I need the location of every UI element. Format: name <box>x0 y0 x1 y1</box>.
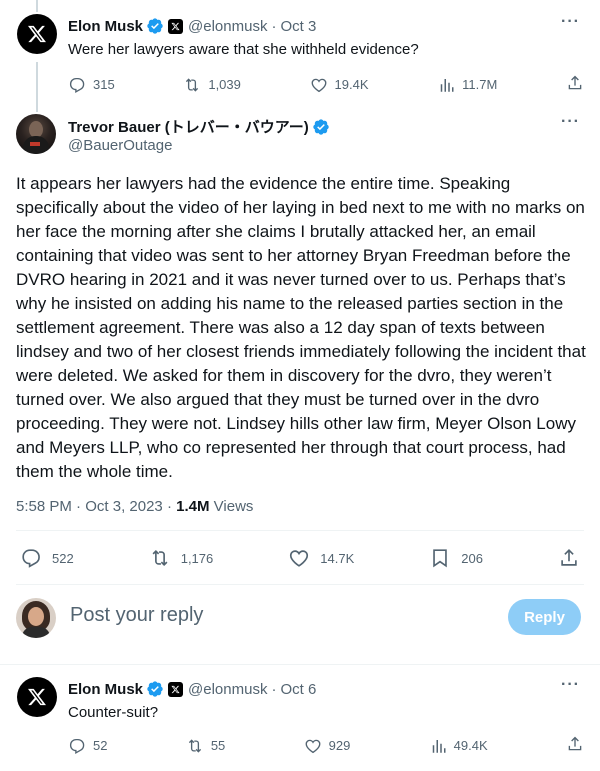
top-tweet-actions: 315 1,039 19.4K 11.7M <box>68 74 584 95</box>
reply-count: 315 <box>93 77 115 92</box>
tweet-text: Counter-suit? <box>68 704 159 721</box>
verified-badge-icon[interactable] <box>146 680 164 698</box>
divider <box>16 530 584 531</box>
like-button[interactable]: 19.4K <box>310 76 369 94</box>
bookmark-icon <box>429 547 451 569</box>
author-name[interactable]: Trevor Bauer (トレバー・バウアー) <box>68 116 309 137</box>
reply-button[interactable]: 522 <box>20 547 74 569</box>
author-handle[interactable]: @BauerOutage <box>68 137 172 154</box>
x-affiliation-badge-icon[interactable] <box>168 18 184 34</box>
views-count: 49.4K <box>453 738 488 753</box>
tweet-text: Were her lawyers aware that she withheld… <box>68 41 419 58</box>
verified-badge-icon[interactable] <box>312 118 330 136</box>
main-tweet-header: Trevor Bauer (トレバー・バウアー) <box>68 116 330 137</box>
views-count: 11.7M <box>462 77 498 92</box>
reply-count: 52 <box>93 738 108 753</box>
bookmark-button[interactable]: 206 <box>429 547 483 569</box>
x-affiliation-badge-icon[interactable] <box>168 681 184 697</box>
tweet-date[interactable]: Oct 6 <box>280 681 316 698</box>
more-options-icon[interactable]: ··· <box>561 113 580 131</box>
heart-icon <box>310 76 328 94</box>
tweet-time[interactable]: 5:58 PM <box>16 498 72 515</box>
author-name[interactable]: Elon Musk <box>68 681 143 698</box>
dot-separator: · <box>271 17 277 35</box>
share-button[interactable] <box>566 74 584 95</box>
more-options-icon[interactable]: ··· <box>561 13 580 31</box>
thread-line-top <box>36 0 38 12</box>
x-logo-icon <box>27 24 47 44</box>
reply-submit-button[interactable]: Reply <box>508 599 581 635</box>
reply-button[interactable]: 315 <box>68 76 115 94</box>
tweet-date[interactable]: Oct 3 <box>280 18 316 35</box>
views-button[interactable]: 49.4K <box>429 737 488 755</box>
current-user-avatar[interactable] <box>16 598 56 638</box>
author-name[interactable]: Elon Musk <box>68 18 143 35</box>
repost-button[interactable]: 55 <box>186 737 225 755</box>
repost-icon <box>183 76 201 94</box>
main-tweet-actions: 522 1,176 14.7K 206 <box>20 547 580 569</box>
share-icon <box>566 74 584 92</box>
repost-button[interactable]: 1,176 <box>149 547 214 569</box>
reply-icon <box>68 76 86 94</box>
views-chart-icon <box>437 76 455 94</box>
views-label: Views <box>213 498 254 515</box>
heart-icon <box>288 547 310 569</box>
heart-icon <box>304 737 322 755</box>
author-handle[interactable]: @elonmusk <box>188 18 267 35</box>
top-tweet-header: Elon Musk @elonmusk · Oct 3 <box>68 17 316 35</box>
author-handle[interactable]: @elonmusk <box>188 681 267 698</box>
trevor-bauer-avatar[interactable] <box>16 114 56 154</box>
reply-button[interactable]: 52 <box>68 737 107 755</box>
like-count: 929 <box>328 738 351 753</box>
elon-musk-avatar[interactable] <box>17 14 57 54</box>
divider <box>0 664 600 665</box>
tweet-metadata: 5:58 PM · Oct 3, 2023 · 1.4M Views <box>16 498 254 515</box>
share-button[interactable] <box>558 547 580 569</box>
share-icon <box>566 735 584 753</box>
repost-count: 1,176 <box>180 550 214 566</box>
elon-musk-avatar[interactable] <box>17 677 57 717</box>
share-button[interactable] <box>566 735 584 756</box>
repost-count: 1,039 <box>208 77 241 92</box>
x-logo-icon <box>27 687 47 707</box>
reply-input[interactable]: Post your reply <box>70 604 203 627</box>
repost-count: 55 <box>210 738 226 753</box>
reply-count: 522 <box>52 550 74 566</box>
dot-separator: · <box>271 680 277 698</box>
views-chart-icon <box>429 737 447 755</box>
like-count: 19.4K <box>334 77 369 92</box>
like-button[interactable]: 929 <box>304 737 351 755</box>
repost-icon <box>149 547 171 569</box>
share-icon <box>558 547 580 569</box>
reply-icon <box>68 737 86 755</box>
verified-badge-icon[interactable] <box>146 17 164 35</box>
reply-icon <box>20 547 42 569</box>
bookmark-count: 206 <box>461 550 483 566</box>
main-tweet-text: It appears her lawyers had the evidence … <box>16 174 586 481</box>
repost-icon <box>186 737 204 755</box>
repost-button[interactable]: 1,039 <box>183 76 241 94</box>
like-button[interactable]: 14.7K <box>288 547 354 569</box>
more-options-icon[interactable]: ··· <box>561 676 580 694</box>
bottom-tweet-actions: 52 55 929 49.4K <box>68 735 584 756</box>
divider <box>16 584 584 585</box>
views-button[interactable]: 11.7M <box>437 76 497 94</box>
like-count: 14.7K <box>320 550 355 566</box>
tweet-date[interactable]: Oct 3, 2023 <box>85 498 163 515</box>
thread-line-connector <box>36 62 38 112</box>
views-total: 1.4M <box>176 498 210 515</box>
bottom-tweet-header: Elon Musk @elonmusk · Oct 6 <box>68 680 316 698</box>
